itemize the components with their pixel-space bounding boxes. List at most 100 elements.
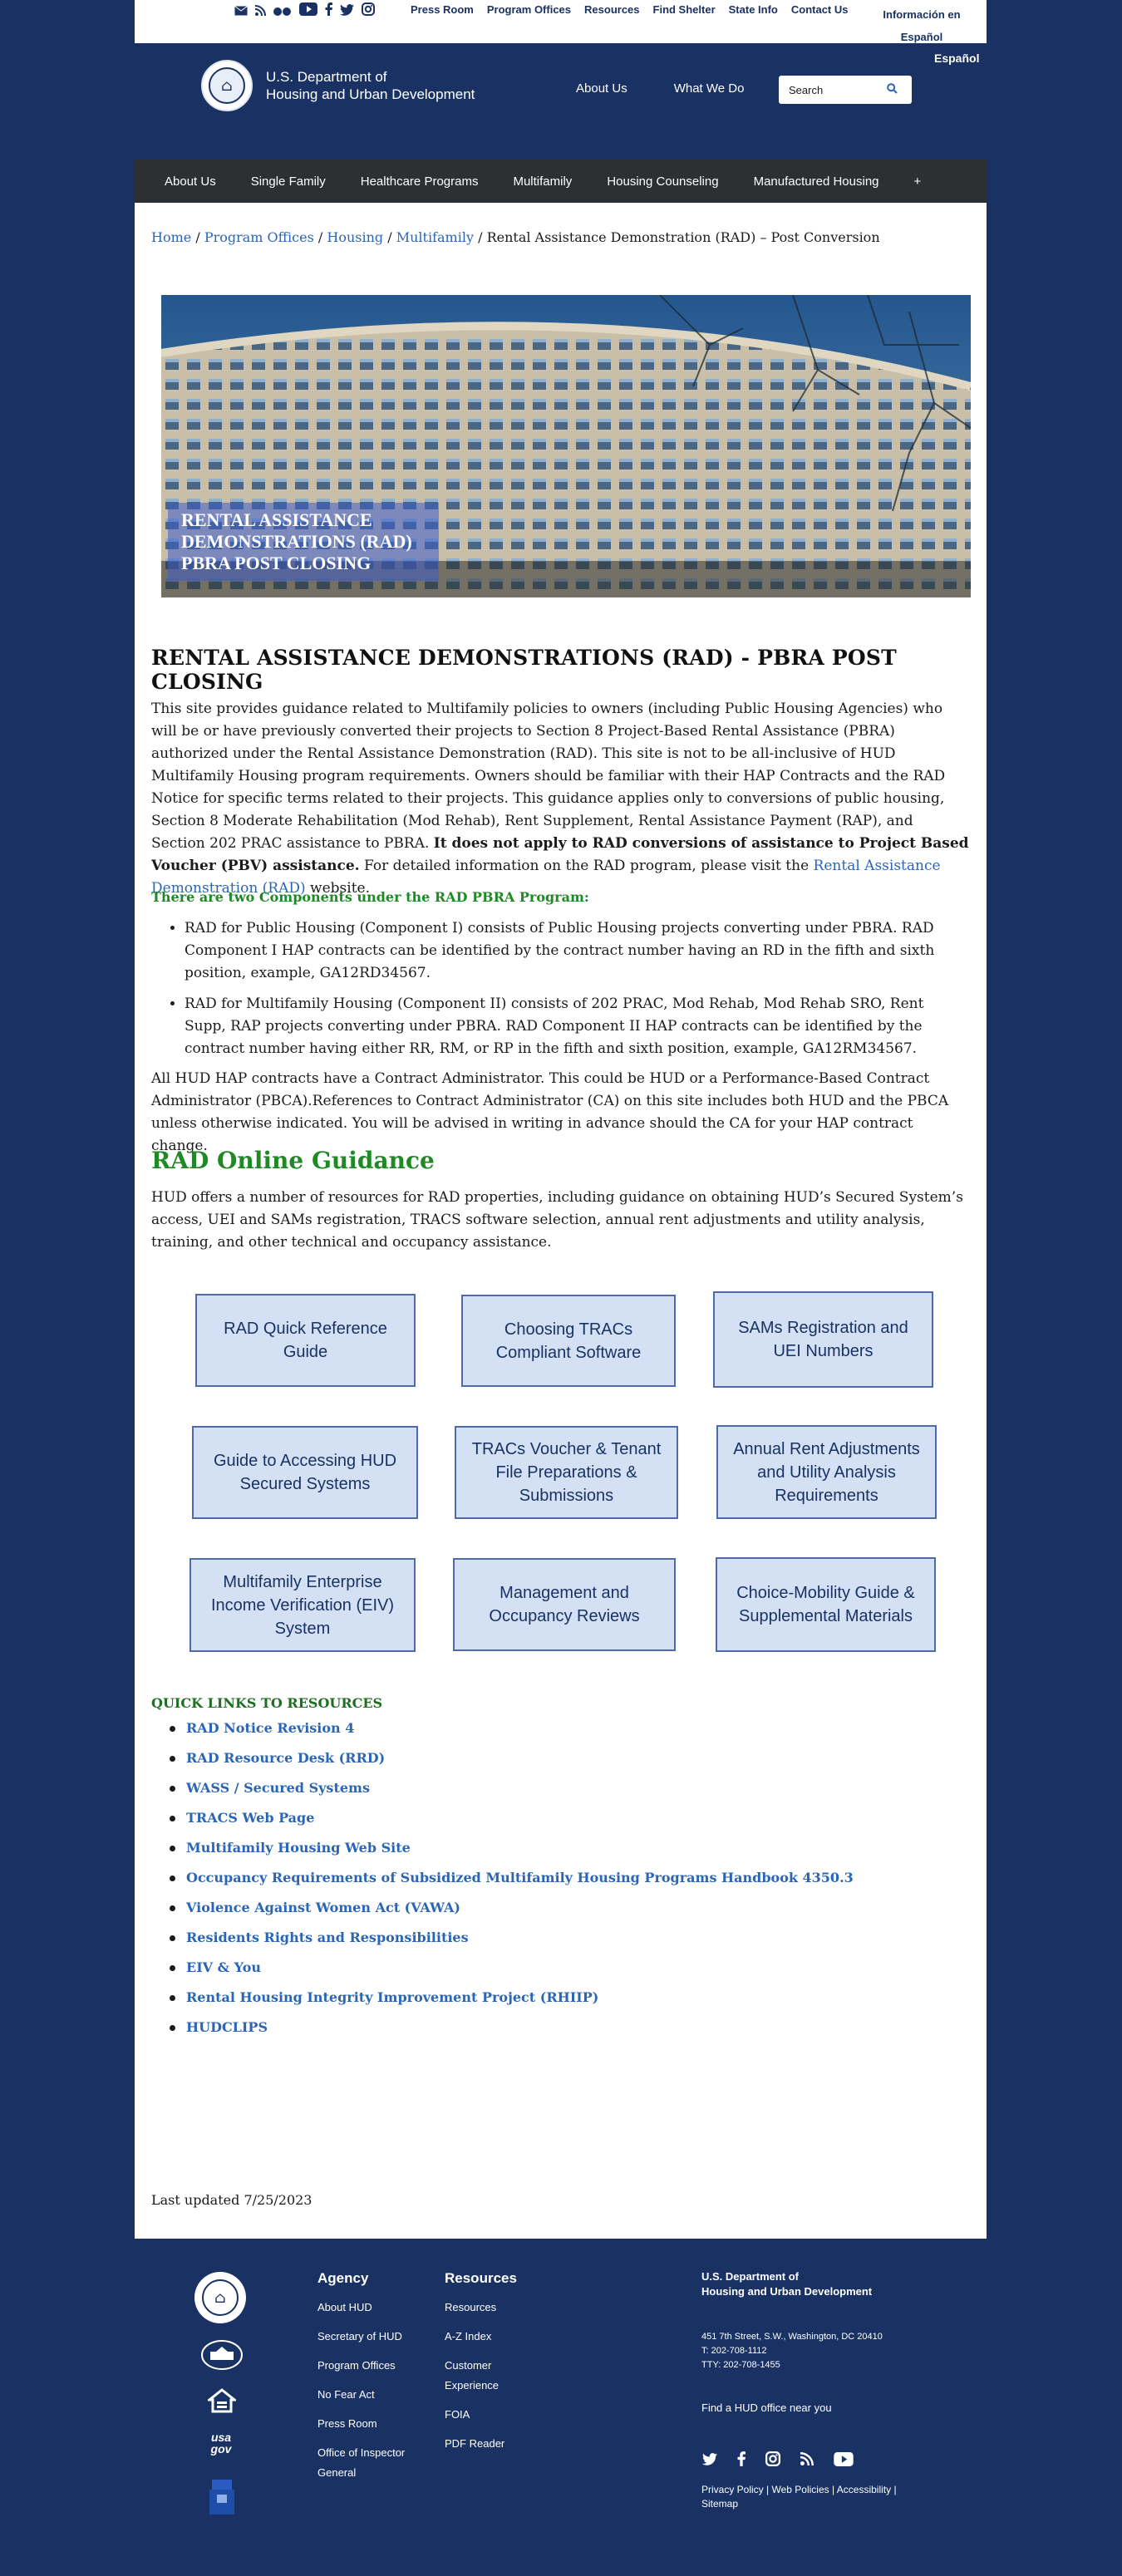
tile-accessing-secured-systems[interactable]: Guide to Accessing HUD Secured Systems	[192, 1426, 418, 1519]
main-nav-housing-counseling[interactable]: Housing Counseling	[607, 175, 718, 189]
guidance-paragraph: HUD offers a number of resources for RAD…	[151, 1189, 963, 1251]
utility-link-program-offices[interactable]: Program Offices	[487, 3, 571, 16]
footer-link-about-hud[interactable]: About HUD	[317, 2298, 417, 2318]
guidance-heading: RAD Online Guidance	[151, 1147, 435, 1174]
footer-address: 451 7th Street, S.W., Washington, DC 204…	[701, 2330, 883, 2372]
footer-link-accessibility[interactable]: Accessibility	[837, 2484, 891, 2495]
components-heading: There are two Components under the RAD P…	[151, 889, 589, 905]
quick-link-item[interactable]: EIV & You	[170, 1959, 854, 1989]
footer-link-web-policies[interactable]: Web Policies	[771, 2484, 829, 2495]
oig-logo[interactable]	[209, 2480, 234, 2521]
breadcrumb-multifamily[interactable]: Multifamily	[396, 229, 474, 245]
quick-link-item[interactable]: RAD Resource Desk (RRD)	[170, 1750, 854, 1780]
espanol-link[interactable]: Español	[934, 52, 979, 65]
tile-eiv-system[interactable]: Multifamily Enterprise Income Verificati…	[189, 1558, 416, 1652]
breadcrumb-separator: /	[478, 229, 483, 245]
intro-text: This site provides guidance related to M…	[151, 701, 946, 852]
footer-policy-links: Privacy Policy | Web Policies | Accessib…	[701, 2483, 918, 2511]
utility-link-resources[interactable]: Resources	[584, 3, 639, 16]
rss-icon[interactable]	[800, 2452, 814, 2469]
main-nav-multifamily[interactable]: Multifamily	[513, 175, 572, 189]
flickr-icon[interactable]	[273, 3, 292, 19]
equal-housing-icon	[205, 2388, 239, 2416]
instagram-icon[interactable]	[362, 2, 375, 19]
footer-org-line2: Housing and Urban Development	[701, 2285, 873, 2298]
facebook-icon[interactable]	[737, 2451, 746, 2470]
utility-bar: Press Room Program Offices Resources Fin…	[135, 0, 987, 43]
tile-management-occupancy-reviews[interactable]: Management and Occupancy Reviews	[453, 1558, 676, 1651]
agency-name[interactable]: U.S. Department of Housing and Urban Dev…	[266, 68, 475, 103]
footer-link-sitemap[interactable]: Sitemap	[701, 2498, 738, 2510]
youtube-icon[interactable]	[299, 2, 317, 19]
quick-link-item[interactable]: Residents Rights and Responsibilities	[170, 1930, 854, 1959]
footer-link-inspector-general[interactable]: Office of Inspector General	[317, 2443, 417, 2483]
tile-sams-registration[interactable]: SAMs Registration and UEI Numbers	[713, 1291, 933, 1388]
youtube-icon[interactable]	[834, 2451, 854, 2470]
quick-link-item[interactable]: HUDCLIPS	[170, 2019, 854, 2049]
main-nav-manufactured-housing[interactable]: Manufactured Housing	[754, 175, 879, 189]
footer-agency-heading: Agency	[317, 2270, 369, 2286]
utility-link-spanish-info[interactable]: Información en Español	[868, 3, 976, 48]
usagov-logo[interactable]: usa gov	[204, 2431, 238, 2455]
breadcrumb-program-offices[interactable]: Program Offices	[204, 229, 314, 245]
quick-link-item[interactable]: Occupancy Requirements of Subsidized Mul…	[170, 1870, 854, 1900]
contract-administrator-paragraph: All HUD HAP contracts have a Contract Ad…	[151, 1070, 949, 1154]
agency-name-line1: U.S. Department of	[266, 69, 387, 85]
tile-annual-rent-adjustments[interactable]: Annual Rent Adjustments and Utility Anal…	[716, 1425, 937, 1519]
hud-seal-logo[interactable]: ⌂	[201, 60, 253, 111]
footer-seal-emblem-icon: ⌂	[202, 2279, 239, 2316]
utility-link-contact-us[interactable]: Contact Us	[791, 3, 849, 16]
quick-links-list: RAD Notice Revision 4 RAD Resource Desk …	[170, 1720, 854, 2049]
quick-link-item[interactable]: RAD Notice Revision 4	[170, 1720, 854, 1750]
main-nav-about-us[interactable]: About Us	[165, 175, 216, 189]
main-nav-more-button[interactable]: +	[914, 175, 922, 189]
footer-resources-heading: Resources	[445, 2270, 517, 2286]
footer-link-secretary[interactable]: Secretary of HUD	[317, 2327, 417, 2347]
quick-link-item[interactable]: Violence Against Women Act (VAWA)	[170, 1900, 854, 1930]
footer-link-a-z-index[interactable]: A-Z Index	[445, 2327, 519, 2347]
instagram-icon[interactable]	[765, 2451, 780, 2470]
quick-link-item[interactable]: Rental Housing Integrity Improvement Pro…	[170, 1989, 854, 2019]
footer-link-program-offices[interactable]: Program Offices	[317, 2356, 417, 2376]
footer-link-no-fear-act[interactable]: No Fear Act	[317, 2385, 417, 2405]
tile-rad-quick-reference-guide[interactable]: RAD Quick Reference Guide	[195, 1294, 416, 1387]
quick-link-item[interactable]: TRACS Web Page	[170, 1810, 854, 1840]
tile-choice-mobility-guide[interactable]: Choice-Mobility Guide & Supplemental Mat…	[716, 1557, 936, 1652]
breadcrumb: Home / Program Offices / Housing / Multi…	[151, 229, 880, 245]
footer-link-foia[interactable]: FOIA	[445, 2405, 519, 2425]
utility-link-state-info[interactable]: State Info	[729, 3, 778, 16]
utility-link-press-room[interactable]: Press Room	[411, 3, 474, 16]
footer-link-press-room[interactable]: Press Room	[317, 2414, 417, 2434]
breadcrumb-home[interactable]: Home	[151, 229, 191, 245]
footer-link-privacy-policy[interactable]: Privacy Policy	[701, 2484, 764, 2495]
search-input[interactable]	[789, 83, 887, 96]
utility-link-find-shelter[interactable]: Find Shelter	[653, 3, 716, 16]
header-nav-about-us[interactable]: About Us	[576, 81, 627, 96]
facebook-icon[interactable]	[325, 2, 332, 19]
footer-hud-seal-logo[interactable]: ⌂	[194, 2272, 246, 2323]
footer-link-customer-experience[interactable]: Customer Experience	[445, 2356, 519, 2396]
footer-link-resources[interactable]: Resources	[445, 2298, 519, 2318]
footer-org-line1: U.S. Department of	[701, 2270, 800, 2283]
quick-links-heading: QUICK LINKS TO RESOURCES	[151, 1695, 383, 1711]
tile-choosing-tracs-software[interactable]: Choosing TRACs Compliant Software	[461, 1295, 676, 1387]
twitter-icon[interactable]	[340, 3, 354, 19]
main-nav-healthcare-programs[interactable]: Healthcare Programs	[361, 175, 479, 189]
breadcrumb-separator: /	[317, 229, 323, 245]
footer-link-pdf-reader[interactable]: PDF Reader	[445, 2434, 519, 2454]
white-house-logo[interactable]	[201, 2340, 243, 2373]
search-icon[interactable]	[887, 83, 898, 96]
twitter-icon[interactable]	[702, 2452, 717, 2469]
component-item: RAD for Multifamily Housing (Component I…	[185, 993, 967, 1060]
header-nav-what-we-do[interactable]: What We Do	[674, 81, 745, 96]
quick-link-item[interactable]: Multifamily Housing Web Site	[170, 1840, 854, 1870]
email-icon[interactable]	[234, 3, 248, 19]
quick-link-item[interactable]: WASS / Secured Systems	[170, 1780, 854, 1810]
rss-icon[interactable]	[254, 3, 266, 19]
main-nav-single-family[interactable]: Single Family	[251, 175, 326, 189]
breadcrumb-housing[interactable]: Housing	[327, 229, 383, 245]
footer-find-office-link[interactable]: Find a HUD office near you	[701, 2401, 832, 2414]
intro-paragraph: This site provides guidance related to M…	[151, 698, 970, 900]
tile-tracs-voucher-tenant-file[interactable]: TRACs Voucher & Tenant File Preparations…	[455, 1426, 678, 1519]
hero-caption-line2: DEMONSTRATIONS (RAD)	[181, 531, 412, 552]
